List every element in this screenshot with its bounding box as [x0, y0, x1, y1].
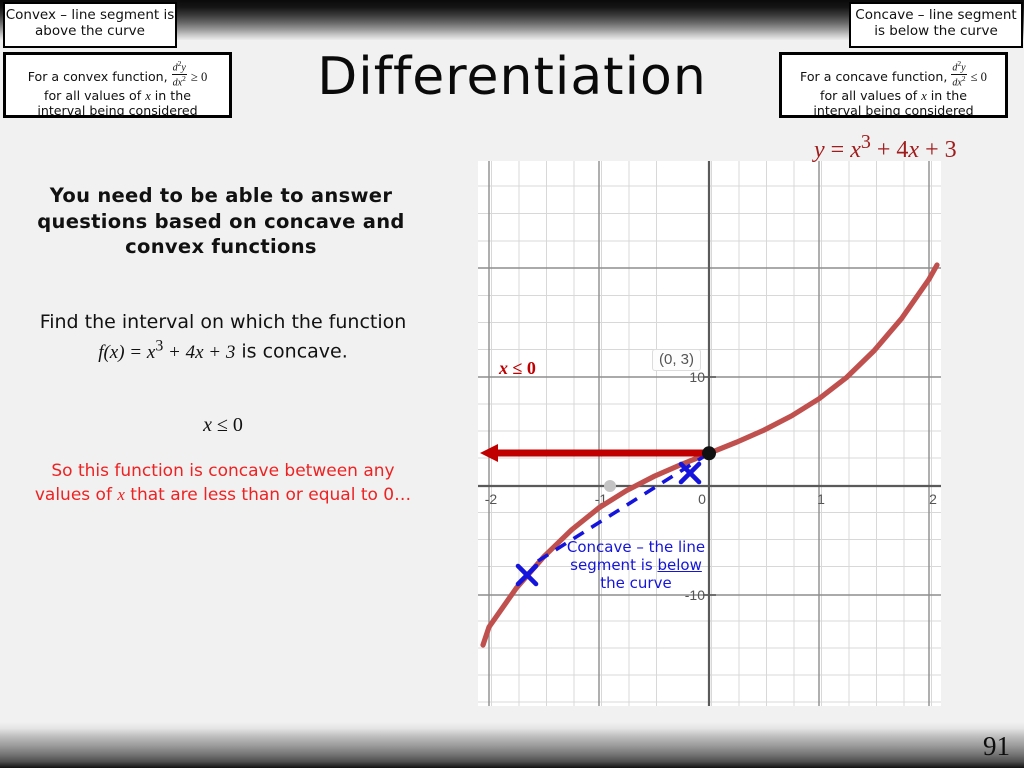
concave-rule-relation: ≤ 0 — [970, 69, 987, 84]
interval-label: x ≤ 0 — [499, 358, 536, 378]
question-text: Find the interval on which the function … — [38, 310, 408, 365]
callout-convex-definition-text: Convex – line segment is above the curve — [5, 7, 175, 39]
grey-axis-point — [604, 480, 616, 492]
concave-annotation-underlined: below — [657, 556, 702, 574]
concave-rule-line2-tail: in the — [930, 87, 967, 103]
concave-annotation-line2-pre: segment is — [570, 556, 658, 574]
conclusion-text: So this function is concave between any … — [34, 461, 412, 506]
graph-plot-area: 10 -10 -2 -1 0 1 2 — [478, 161, 941, 706]
slide-canvas: 91 Convex – line segment is above the cu… — [0, 0, 1024, 768]
graph-equation-label: y = x3 + 4x + 3 — [814, 131, 957, 163]
question-function: f(x) = x3 + 4x + 3 — [98, 337, 236, 363]
coordinate-label: (0, 3) — [652, 349, 702, 371]
callout-convex-rule: For a convex function, d2y dx2 ≥ 0 for a… — [3, 52, 232, 118]
y-tick-label-10: 10 — [689, 369, 705, 385]
x-tick-label-1: 1 — [817, 491, 825, 507]
convex-rule-line2: for all values of — [44, 87, 142, 103]
convex-rule-line2-tail: in the — [154, 87, 191, 103]
x-tick-label-neg2: -2 — [485, 491, 498, 507]
concave-rule-line2: for all values of — [820, 87, 918, 103]
fraction-numerator: d2y — [951, 59, 967, 75]
concave-annotation: Concave – the line segment is below the … — [556, 538, 716, 592]
convex-rule-relation: ≥ 0 — [190, 69, 208, 84]
convex-rule-variable: x — [145, 88, 151, 103]
callout-concave-definition: Concave – line segment is below the curv… — [849, 2, 1023, 48]
question-lead: Find the interval on which the function — [39, 311, 407, 333]
point-marker-0-3 — [702, 446, 716, 461]
convex-rule-line3: interval being considered — [37, 102, 198, 118]
x-tick-label-2: 2 — [929, 491, 937, 507]
fraction-denominator: dx2 — [172, 73, 186, 89]
concave-rule-variable: x — [921, 88, 927, 103]
fraction-numerator: d2y — [171, 59, 187, 75]
page-number: 91 — [983, 731, 1010, 761]
fraction-denominator: dx2 — [952, 73, 966, 89]
answer-inequality: x ≤ 0 — [203, 414, 243, 436]
x-tick-label-0: 0 — [698, 491, 706, 507]
bottom-decorative-bar — [0, 722, 1024, 768]
concave-annotation-line1: Concave – the line — [566, 538, 706, 556]
callout-convex-definition: Convex – line segment is above the curve — [3, 2, 177, 48]
concave-rule-lead: For a concave function, — [800, 68, 948, 84]
convex-rule-lead: For a convex function, — [27, 68, 168, 84]
callout-concave-rule: For a concave function, d2y dx2 ≤ 0 for … — [779, 52, 1008, 118]
callout-concave-definition-text: Concave – line segment is below the curv… — [855, 7, 1017, 39]
concave-second-derivative-fraction: d2y dx2 — [951, 59, 967, 89]
question-tail: is concave. — [241, 340, 348, 363]
conclusion-variable: x — [117, 485, 125, 505]
answer-text: x ≤ 0 — [38, 412, 408, 437]
instruction-text: You need to be able to answer questions … — [37, 184, 405, 259]
concave-annotation-line3: the curve — [600, 574, 672, 592]
concave-rule-line3: interval being considered — [813, 102, 974, 118]
convex-second-derivative-fraction: d2y dx2 — [171, 59, 187, 89]
